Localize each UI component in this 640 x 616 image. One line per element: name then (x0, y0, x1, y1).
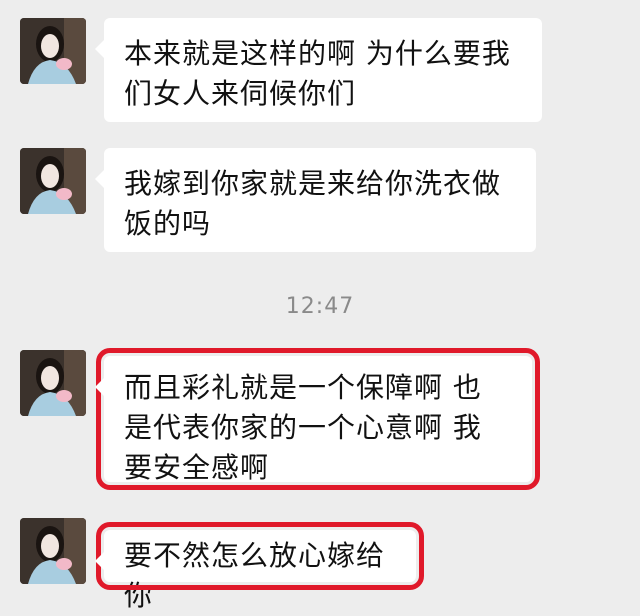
sender-avatar[interactable] (20, 18, 86, 84)
sender-avatar[interactable] (20, 518, 86, 584)
avatar-photo-icon (20, 18, 86, 84)
message-timestamp: 12:47 (285, 294, 355, 319)
message-bubble[interactable]: 我嫁到你家就是来给你洗衣做饭的吗 (95, 148, 536, 252)
avatar-photo-icon (20, 350, 86, 416)
message-text: 要不然怎么放心嫁给你 (124, 539, 386, 612)
sender-avatar[interactable] (20, 148, 86, 214)
message-bubble-highlighted[interactable]: 要不然怎么放心嫁给你 (95, 522, 424, 612)
message-text: 我嫁到你家就是来给你洗衣做饭的吗 (124, 167, 502, 240)
avatar-photo-icon (20, 518, 86, 584)
chat-history: 本来就是这样的啊 为什么要我们女人来伺候你们 我嫁到你家就是来给你洗衣做饭的吗 … (0, 0, 640, 612)
message-text: 本来就是这样的啊 为什么要我们女人来伺候你们 (124, 37, 511, 110)
message-bubble-highlighted[interactable]: 而且彩礼就是一个保障啊 也是代表你家的一个心意啊 我要安全感啊 (95, 348, 540, 490)
avatar-photo-icon (20, 148, 86, 214)
sender-avatar[interactable] (20, 350, 86, 416)
message-text: 而且彩礼就是一个保障啊 也是代表你家的一个心意啊 我要安全感啊 (124, 371, 482, 484)
message-bubble[interactable]: 本来就是这样的啊 为什么要我们女人来伺候你们 (95, 18, 542, 122)
